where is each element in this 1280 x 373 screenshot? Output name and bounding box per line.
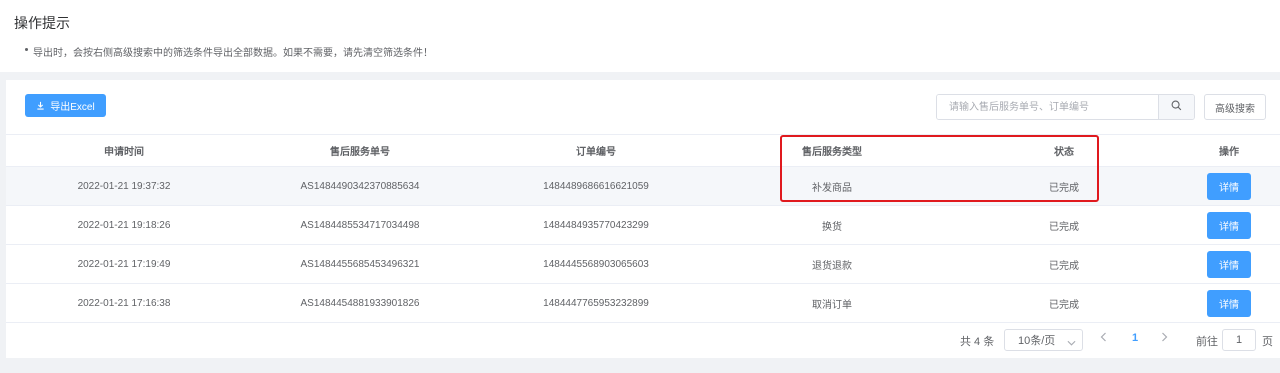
- cell-service-no: AS1484490342370885634: [242, 166, 478, 206]
- export-excel-label: 导出Excel: [50, 102, 95, 113]
- detail-button[interactable]: 详情: [1207, 289, 1251, 317]
- search-input[interactable]: [937, 95, 1158, 119]
- cell-action: 详情: [1178, 244, 1280, 284]
- main-panel: 导出Excel 高级搜索 申请时间 售后服务单号 订单编号 售后服务类型 状态 …: [6, 80, 1280, 358]
- table-row: 2022-01-21 17:19:49 AS148445568545349632…: [6, 244, 1280, 284]
- pagination: 共 4 条 10条/页 1 前往 页: [6, 320, 1280, 358]
- cell-service-type: 取消订单: [714, 283, 950, 323]
- export-excel-button[interactable]: 导出Excel: [25, 94, 106, 117]
- cell-order-no: 1484484935770423299: [478, 205, 714, 245]
- chevron-right-icon: [1161, 332, 1168, 345]
- search-button[interactable]: [1158, 95, 1194, 119]
- column-header-service-type: 售后服务类型: [714, 134, 950, 167]
- bottom-strip: [0, 358, 1280, 373]
- chevron-down-icon: [1067, 337, 1076, 349]
- page-size-select[interactable]: 10条/页: [1004, 329, 1083, 351]
- column-header-apply-time: 申请时间: [6, 134, 242, 167]
- cell-action: 详情: [1178, 205, 1280, 245]
- cell-apply-time: 2022-01-21 17:16:38: [6, 283, 242, 323]
- tips-panel: 操作提示 导出时，会按右侧高级搜索中的筛选条件导出全部数据。如果不需要，请先清空…: [0, 0, 1280, 72]
- column-header-order-no: 订单编号: [478, 134, 714, 167]
- cell-order-no: 1484447765953232899: [478, 283, 714, 323]
- tips-item: 导出时，会按右侧高级搜索中的筛选条件导出全部数据。如果不需要，请先清空筛选条件！: [25, 44, 433, 59]
- cell-service-type: 退货退款: [714, 244, 950, 284]
- goto-label: 前往: [1196, 336, 1218, 348]
- cell-service-no: AS1484485534717034498: [242, 205, 478, 245]
- column-header-action: 操作: [1178, 134, 1280, 167]
- download-icon: [36, 101, 45, 110]
- cell-order-no: 1484445568903065603: [478, 244, 714, 284]
- cell-order-no: 1484489686616621059: [478, 166, 714, 206]
- chevron-left-icon: [1100, 332, 1107, 345]
- cell-service-type: 补发商品: [714, 166, 950, 206]
- cell-action: 详情: [1178, 283, 1280, 323]
- advanced-search-button[interactable]: 高级搜索: [1204, 94, 1266, 120]
- table-row: 2022-01-21 17:16:38 AS148445488193390182…: [6, 283, 1280, 323]
- table-header-row: 申请时间 售后服务单号 订单编号 售后服务类型 状态 操作: [6, 134, 1280, 167]
- cell-status: 已完成: [950, 205, 1178, 245]
- cell-service-no: AS1484454881933901826: [242, 283, 478, 323]
- detail-button[interactable]: 详情: [1207, 172, 1251, 200]
- cell-apply-time: 2022-01-21 19:18:26: [6, 205, 242, 245]
- detail-button[interactable]: 详情: [1207, 250, 1251, 278]
- prev-page-button[interactable]: [1100, 332, 1107, 345]
- page-size-value: 10条/页: [1018, 335, 1056, 347]
- table-row: 2022-01-21 19:37:32 AS148449034237088563…: [6, 166, 1280, 206]
- next-page-button[interactable]: [1161, 332, 1168, 345]
- cell-status: 已完成: [950, 283, 1178, 323]
- pagination-total: 共 4 条: [960, 336, 995, 348]
- search-box: [936, 94, 1195, 120]
- tips-title: 操作提示: [14, 15, 70, 31]
- cell-status: 已完成: [950, 244, 1178, 284]
- goto-page-input[interactable]: [1222, 329, 1256, 351]
- cell-service-no: AS1484455685453496321: [242, 244, 478, 284]
- detail-button[interactable]: 详情: [1207, 211, 1251, 239]
- cell-action: 详情: [1178, 166, 1280, 206]
- search-icon: [1171, 100, 1182, 114]
- column-header-status: 状态: [950, 134, 1178, 167]
- column-header-service-no: 售后服务单号: [242, 134, 478, 167]
- cell-status: 已完成: [950, 166, 1178, 206]
- cell-apply-time: 2022-01-21 17:19:49: [6, 244, 242, 284]
- cell-apply-time: 2022-01-21 19:37:32: [6, 166, 242, 206]
- after-sales-table: 申请时间 售后服务单号 订单编号 售后服务类型 状态 操作 2022-01-21…: [6, 134, 1280, 323]
- page-number-current[interactable]: 1: [1132, 332, 1138, 344]
- table-row: 2022-01-21 19:18:26 AS148448553471703449…: [6, 205, 1280, 245]
- page-unit-label: 页: [1262, 336, 1273, 348]
- tips-list: 导出时，会按右侧高级搜索中的筛选条件导出全部数据。如果不需要，请先清空筛选条件！: [25, 44, 433, 59]
- cell-service-type: 换货: [714, 205, 950, 245]
